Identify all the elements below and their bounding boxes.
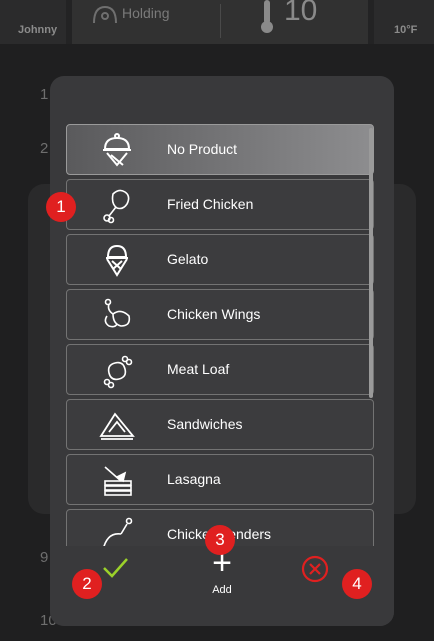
holding-mode-icon	[93, 5, 117, 24]
confirm-button[interactable]	[100, 552, 140, 592]
list-item-no-product[interactable]: No Product	[66, 124, 374, 175]
list-item-gelato[interactable]: Gelato	[66, 234, 374, 285]
item-label: Meat Loaf	[167, 361, 230, 377]
setpoint-temperature: 10°F	[394, 24, 418, 36]
item-label: Chicken Wings	[167, 306, 261, 322]
callout-badge: 1	[46, 192, 76, 222]
callout-badge: 2	[72, 569, 102, 599]
lasagna-icon	[104, 466, 132, 496]
divider	[220, 4, 221, 38]
user-name: Johnny	[18, 24, 58, 36]
item-label: Lasagna	[167, 471, 221, 487]
cabinet-temperature: 10	[284, 0, 318, 27]
slot-number: 9	[40, 549, 49, 566]
list-item-lasagna[interactable]: Lasagna	[66, 454, 374, 505]
gelato-icon	[106, 244, 128, 277]
no-product-cloche-icon	[103, 133, 131, 167]
callout-badge: 3	[205, 525, 235, 555]
thermometer-icon	[261, 0, 273, 33]
meat-loaf-icon	[103, 355, 133, 389]
close-circle-icon	[301, 555, 329, 583]
sandwich-icon	[99, 412, 135, 440]
top-status-bar: Johnny Holding 10 10°F	[0, 0, 434, 44]
list-item-chicken-wings[interactable]: Chicken Wings	[66, 289, 374, 340]
list-item-meat-loaf[interactable]: Meat Loaf	[66, 344, 374, 395]
item-label: No Product	[167, 141, 238, 157]
chicken-wings-icon	[104, 298, 131, 328]
product-list[interactable]: No Product Fried Chicken Gelato Chicken …	[66, 124, 376, 578]
mode-panel[interactable]: Holding 10	[72, 0, 368, 44]
slot-number: 1	[40, 86, 49, 103]
list-scrollbar[interactable]	[369, 128, 373, 398]
setpoint-panel[interactable]: 10°F	[374, 0, 434, 44]
item-label: Sandwiches	[167, 416, 243, 432]
cancel-button[interactable]	[300, 554, 330, 584]
slot-number: 2	[40, 140, 49, 157]
list-item-sandwiches[interactable]: Sandwiches	[66, 399, 374, 450]
user-panel[interactable]: Johnny	[0, 0, 66, 44]
list-item-fried-chicken[interactable]: Fried Chicken	[66, 179, 374, 230]
callout-badge: 4	[342, 569, 372, 599]
fried-chicken-icon	[103, 189, 130, 224]
add-button-label: Add	[212, 584, 232, 596]
mode-label: Holding	[122, 5, 170, 21]
item-label: Fried Chicken	[167, 196, 254, 212]
item-label: Gelato	[167, 251, 209, 267]
checkmark-icon	[103, 558, 128, 578]
